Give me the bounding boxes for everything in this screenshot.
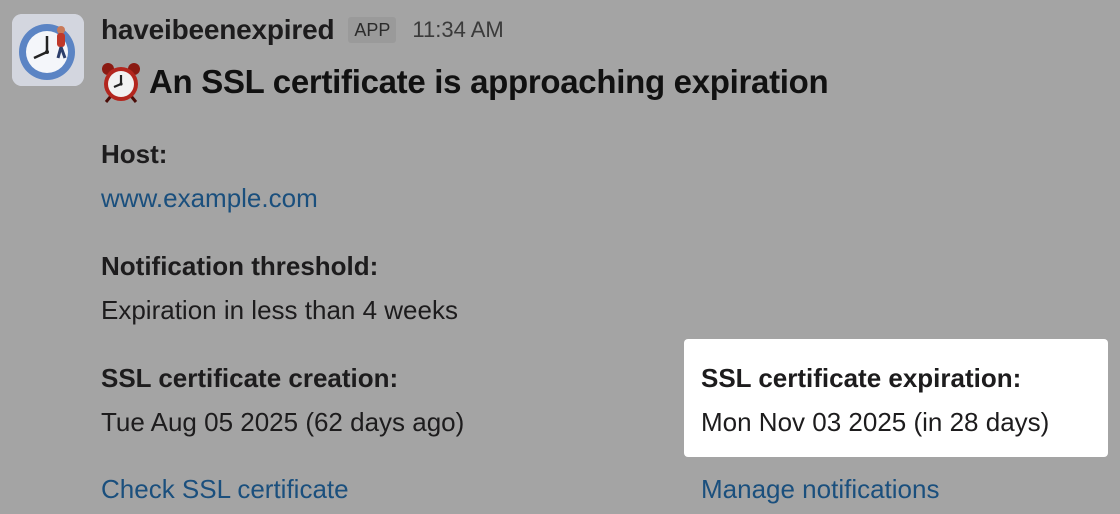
check-ssl-link[interactable]: Check SSL certificate: [101, 473, 349, 505]
expiration-field: SSL certificate expiration: Mon Nov 03 2…: [701, 362, 1049, 438]
host-link[interactable]: www.example.com: [101, 183, 318, 213]
app-badge: APP: [348, 17, 397, 43]
threshold-value: Expiration in less than 4 weeks: [101, 295, 458, 325]
manage-notifications-link[interactable]: Manage notifications: [701, 473, 939, 505]
avatar[interactable]: [12, 14, 84, 86]
creation-value: Tue Aug 05 2025 (62 days ago): [101, 407, 465, 437]
expiration-label: SSL certificate expiration:: [701, 363, 1022, 393]
title-text: An SSL certificate is approaching expira…: [149, 63, 829, 100]
creation-field: SSL certificate creation: Tue Aug 05 202…: [101, 362, 464, 438]
threshold-label: Notification threshold:: [101, 251, 379, 281]
message-header: haveibeenexpired APP 11:34 AM: [101, 12, 504, 48]
host-value: www.example.com: [101, 182, 318, 214]
app-name[interactable]: haveibeenexpired: [101, 14, 335, 46]
clock-icon: [12, 14, 84, 86]
threshold-field: Notification threshold: Expiration in le…: [101, 250, 458, 326]
expiration-value: Mon Nov 03 2025 (in 28 days): [701, 407, 1050, 437]
message-title: An SSL certificate is approaching expira…: [99, 58, 829, 106]
host-label: Host:: [101, 139, 168, 169]
creation-label: SSL certificate creation:: [101, 363, 399, 393]
host-field: Host: www.example.com: [101, 138, 318, 214]
message-timestamp[interactable]: 11:34 AM: [412, 17, 503, 43]
alarm-clock-icon: [102, 63, 140, 103]
